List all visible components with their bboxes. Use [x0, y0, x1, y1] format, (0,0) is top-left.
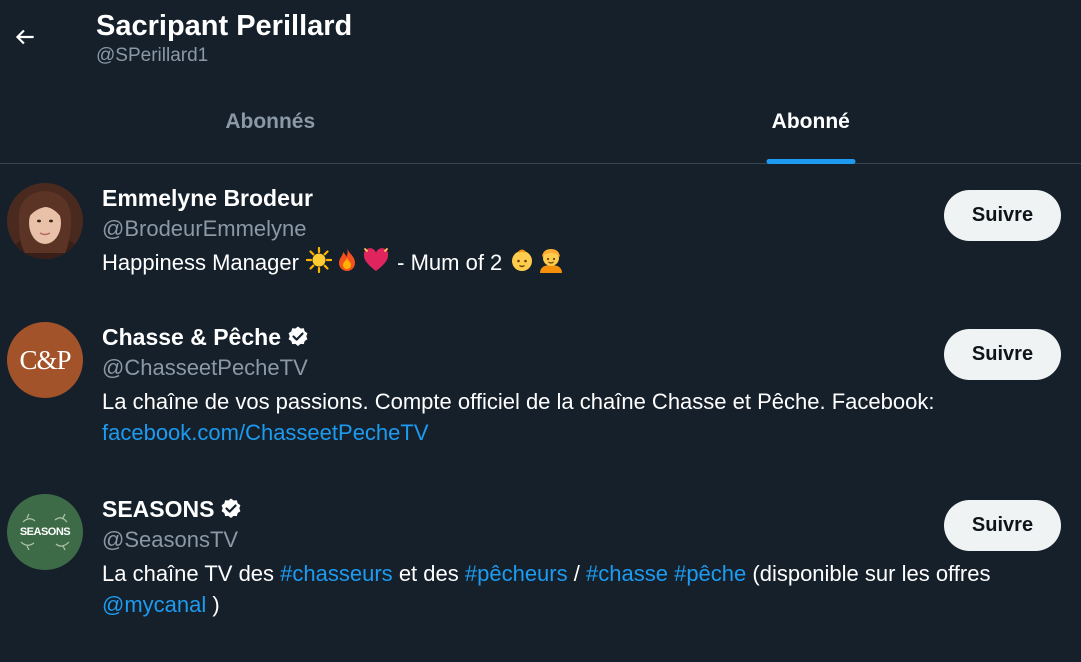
user-name[interactable]: Emmelyne Brodeur [102, 183, 313, 213]
user-bio: Happiness Manager - Mum of 2 [102, 247, 1061, 278]
user-name[interactable]: Chasse & Pêche [102, 322, 281, 352]
user-name[interactable]: SEASONS [102, 494, 214, 524]
arrow-left-icon [15, 29, 34, 45]
heart-emoji-icon [363, 248, 389, 271]
baby-emoji-icon [512, 249, 533, 271]
user-body: Chasse & Pêche @ChasseetPecheTV La chaîn… [102, 322, 1061, 474]
user-list: Emmelyne Brodeur @BrodeurEmmelyne Happin… [0, 183, 1081, 634]
active-tab-indicator [766, 159, 856, 164]
user-name-row: Emmelyne Brodeur [102, 183, 1061, 213]
user-body: Emmelyne Brodeur @BrodeurEmmelyne Happin… [102, 183, 1061, 303]
profile-header: Sacripant Perillard @SPerillard1 [0, 0, 1081, 90]
bio-text: Happiness Manager [102, 250, 299, 275]
hashtag-link[interactable]: #pêche [674, 561, 746, 586]
tab-bar: Abonnés Abonné [0, 90, 1081, 164]
mention-link[interactable]: @mycanal [102, 592, 206, 617]
bio-text: ) [212, 592, 220, 617]
avatar-photo [7, 183, 83, 259]
user-handle: @SeasonsTV [102, 527, 239, 552]
tab-following-label: Abonné [771, 110, 850, 133]
tab-followers[interactable]: Abonnés [0, 90, 541, 163]
user-bio: La chaîne TV des #chasseurs et des #pêch… [102, 558, 1061, 620]
bio-text: La chaîne TV des [102, 561, 275, 586]
bio-text: La chaîne de vos passions. Compte offici… [102, 389, 935, 414]
user-body: SEASONS @SeasonsTV La chaîne TV des #cha… [102, 494, 1061, 634]
user-name-row: SEASONS [102, 494, 1061, 524]
list-item[interactable]: C&P Chasse & Pêche @ChasseetPecheTV La c… [0, 322, 1081, 474]
bio-text: / [573, 561, 580, 586]
follow-button[interactable]: Suivre [944, 329, 1061, 380]
bio-text: (disponible sur les offres [752, 561, 991, 586]
child-emoji-icon [540, 249, 563, 273]
profile-name: Sacripant Perillard [96, 10, 353, 42]
avatar[interactable]: SEASONS [7, 494, 83, 570]
list-item[interactable]: SEASONS SEASONS @SeasonsTV La chaîne TV … [0, 494, 1081, 634]
bio-text-2: - Mum of 2 [397, 250, 503, 275]
avatar-logo-text: C&P [19, 344, 71, 375]
bio-text: et des [398, 561, 459, 586]
hashtag-link[interactable]: #chasse [586, 561, 668, 586]
hashtag-link[interactable]: #pêcheurs [465, 561, 568, 586]
profile-handle: @SPerillard1 [96, 45, 209, 66]
hashtag-link[interactable]: #chasseurs [280, 561, 393, 586]
back-button[interactable] [8, 20, 42, 54]
tab-following[interactable]: Abonné [541, 90, 1081, 164]
user-name-row: Chasse & Pêche [102, 322, 1061, 352]
list-item[interactable]: Emmelyne Brodeur @BrodeurEmmelyne Happin… [0, 183, 1081, 303]
user-handle: @BrodeurEmmelyne [102, 216, 307, 241]
avatar[interactable]: C&P [7, 322, 83, 398]
verified-badge-icon [286, 325, 310, 349]
verified-badge-icon [219, 497, 243, 521]
fire-emoji-icon [339, 248, 356, 271]
profile-title-block: Sacripant Perillard @SPerillard1 [96, 8, 352, 68]
avatar[interactable] [7, 183, 83, 259]
avatar-logo-text: SEASONS [19, 526, 71, 538]
follow-button[interactable]: Suivre [944, 500, 1061, 551]
bio-link[interactable]: facebook.com/ChasseetPecheTV [102, 420, 429, 445]
tab-followers-label: Abonnés [225, 110, 316, 133]
sun-emoji-icon [306, 247, 333, 273]
follow-button[interactable]: Suivre [944, 190, 1061, 241]
user-handle: @ChasseetPecheTV [102, 355, 308, 380]
user-bio: La chaîne de vos passions. Compte offici… [102, 386, 1061, 448]
